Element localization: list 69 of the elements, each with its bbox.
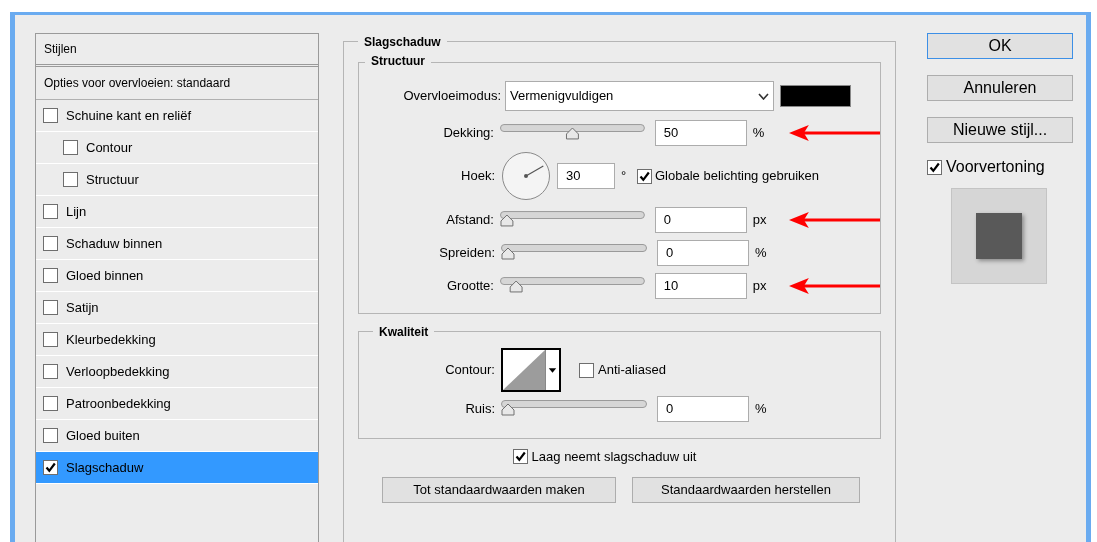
contour-curve-icon xyxy=(503,350,545,390)
checkbox[interactable] xyxy=(43,300,58,315)
checkbox[interactable] xyxy=(43,460,58,475)
slider-thumb[interactable] xyxy=(501,247,515,259)
unit-label: % xyxy=(752,123,766,142)
unit-label: % xyxy=(755,243,768,262)
slider-track[interactable] xyxy=(501,243,647,260)
slider-track[interactable] xyxy=(499,210,645,227)
field-label: Grootte: xyxy=(446,276,495,295)
field-label: Overvloeimodus: xyxy=(402,87,502,106)
checkbox[interactable] xyxy=(43,364,58,379)
field-label: Spreiden: xyxy=(438,243,496,262)
unit-label: px xyxy=(752,276,768,295)
field-label: Hoek: xyxy=(460,167,496,186)
slider-track[interactable] xyxy=(499,276,645,293)
checkbox-label: Globale belichting gebruiken xyxy=(655,167,820,186)
checkbox[interactable] xyxy=(43,108,58,123)
slider-thumb[interactable] xyxy=(565,127,579,139)
checkbox[interactable] xyxy=(43,236,58,251)
value-field[interactable]: 0 xyxy=(657,395,749,422)
slider-thumb[interactable] xyxy=(501,403,515,415)
value-field[interactable]: 10 xyxy=(654,272,747,299)
checkmark-icon xyxy=(514,451,526,463)
checkbox[interactable] xyxy=(43,268,58,283)
color-swatch[interactable] xyxy=(780,85,851,107)
preview-square xyxy=(976,213,1022,259)
contour-picker[interactable] xyxy=(501,348,561,392)
checkbox[interactable] xyxy=(43,204,58,219)
checkbox[interactable] xyxy=(512,449,528,465)
action-button[interactable]: Tot standaardwaarden maken xyxy=(382,476,616,503)
field-label: Dekking: xyxy=(442,123,495,142)
dialog-button[interactable]: Nieuwe stijl... xyxy=(927,117,1073,143)
checkmark-icon xyxy=(639,170,650,182)
checkbox[interactable] xyxy=(579,362,594,378)
panel-title: Stijlen xyxy=(36,34,318,67)
field-label: Contour: xyxy=(444,361,496,380)
angle-dial[interactable] xyxy=(501,151,551,201)
checkbox-label: Anti-aliased xyxy=(598,361,666,380)
slider-thumb[interactable] xyxy=(509,280,523,292)
chevron-down-icon xyxy=(758,92,769,100)
slider-track[interactable] xyxy=(499,123,645,140)
checkmark-icon xyxy=(929,161,940,173)
value-field[interactable]: 0 xyxy=(654,206,747,233)
checkbox[interactable] xyxy=(43,332,58,347)
checkbox[interactable] xyxy=(63,172,78,187)
checkbox[interactable] xyxy=(43,428,58,443)
angle-field[interactable]: 30 xyxy=(557,163,615,189)
caret-icon xyxy=(545,350,559,390)
checkmark-icon xyxy=(45,462,56,473)
value-field[interactable]: 0 xyxy=(657,239,749,266)
style-list-item[interactable]: Slagschaduw xyxy=(36,452,318,484)
dialog-button[interactable]: Annuleren xyxy=(927,75,1073,101)
checkbox-label: Laag neemt slagschaduw uit xyxy=(531,448,697,466)
unit-label: % xyxy=(755,399,768,418)
slider-thumb[interactable] xyxy=(500,214,514,226)
checkbox[interactable] xyxy=(63,140,78,155)
unit-label: ° xyxy=(621,167,628,186)
field-label: Ruis: xyxy=(464,399,496,418)
checkbox[interactable] xyxy=(927,159,942,175)
value-field[interactable]: 50 xyxy=(654,119,747,146)
field-label: Afstand: xyxy=(445,210,495,229)
slider-track[interactable] xyxy=(501,399,647,416)
checkbox[interactable] xyxy=(43,396,58,411)
checkbox[interactable] xyxy=(637,168,652,184)
unit-label: px xyxy=(752,210,768,229)
blend-mode-select[interactable]: Vermenigvuldigen xyxy=(505,81,774,111)
dialog-button[interactable]: OK xyxy=(927,33,1073,59)
action-button[interactable]: Standaardwaarden herstellen xyxy=(632,476,860,503)
checkbox-label: Voorvertoning xyxy=(946,157,1045,177)
